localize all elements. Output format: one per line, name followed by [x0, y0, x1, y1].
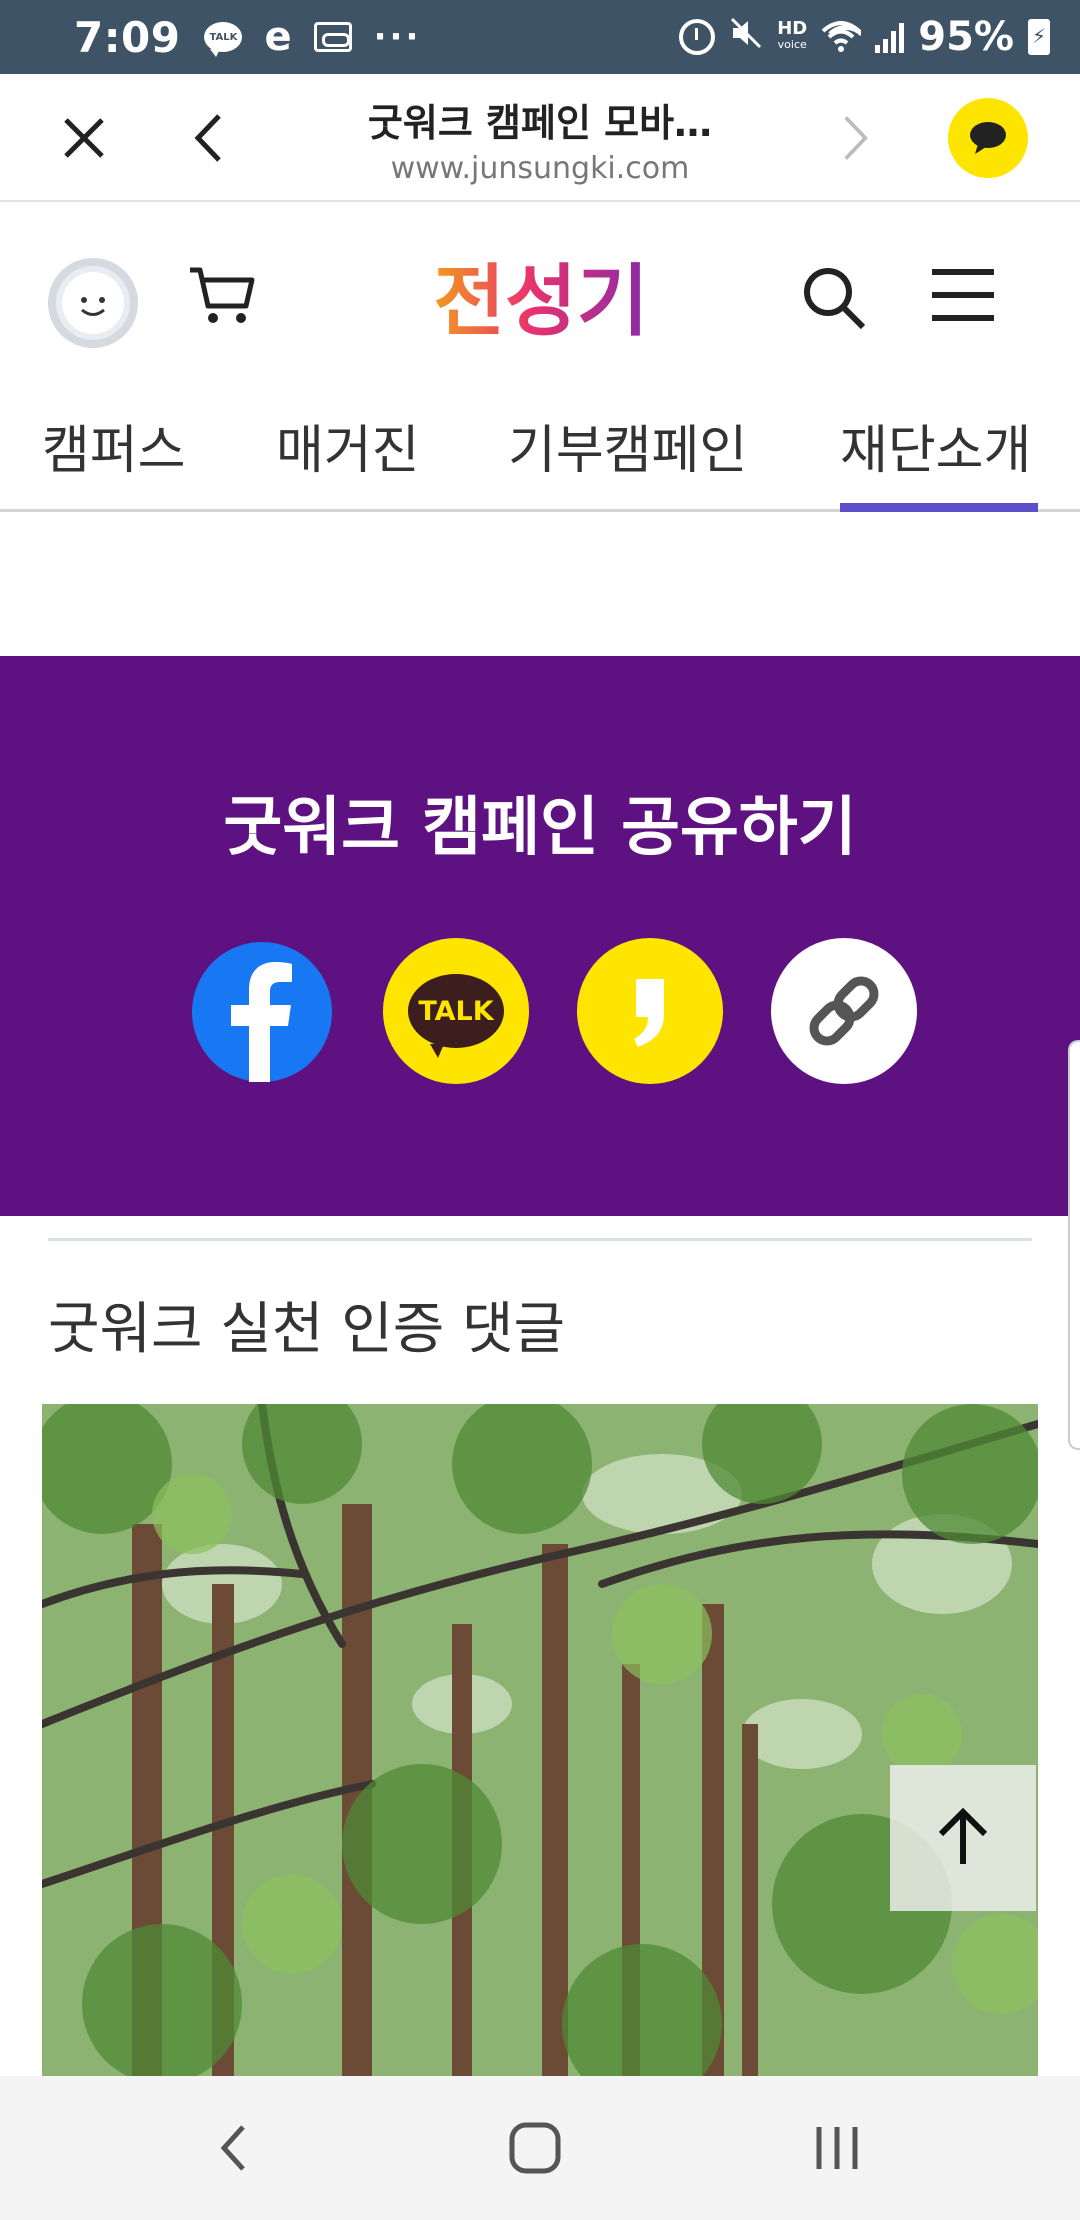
back-button[interactable]: [178, 108, 238, 168]
browser-toolbar: 굿워크 캠페인 모바… www.junsungki.com: [0, 72, 1080, 202]
speech-bubble-icon: [970, 122, 1006, 154]
cart-button[interactable]: [188, 264, 258, 332]
cart-icon: [190, 267, 255, 323]
talk-badge-text: TALK: [209, 31, 238, 43]
tab-label: 재단소개: [840, 421, 1032, 481]
notification-icons: TALK e ···: [204, 14, 421, 60]
forward-button[interactable]: [826, 108, 886, 168]
kakao-chat-button[interactable]: [948, 98, 1028, 178]
share-section: 굿워크 캠페인 공유하기 TALK: [0, 656, 1080, 1216]
system-icons: HD voice 95%: [679, 14, 1050, 60]
home-icon: [509, 2122, 561, 2174]
hamburger-menu-icon: [932, 269, 994, 321]
category-tabs: 캠퍼스 매거진 기부캠페인 재단소개: [0, 384, 1080, 512]
hd-voice-icon: HD voice: [777, 18, 808, 53]
facebook-icon: [231, 962, 292, 1082]
arrow-up-icon: [938, 1808, 988, 1864]
browser-notification-icon: e: [264, 14, 292, 60]
system-navigation-bar: [0, 2076, 1080, 2220]
page-title: 굿워크 캠페인 모바…: [367, 101, 713, 145]
search-button[interactable]: [800, 264, 868, 336]
tab-label: 매거진: [276, 421, 420, 481]
status-time: 7:09: [74, 12, 181, 62]
chevron-right-icon: [844, 116, 868, 160]
close-button[interactable]: [54, 108, 114, 168]
kakaotalk-icon: TALK: [408, 974, 504, 1058]
junsungki-logo-icon: 전성기: [433, 257, 648, 347]
logo-text: 전성기: [434, 257, 648, 347]
tab-label: 캠퍼스: [42, 421, 186, 481]
forest-photo-image: [42, 1404, 1038, 2084]
share-kakaotalk-button[interactable]: TALK: [383, 938, 529, 1084]
smiley-face-icon: [62, 272, 124, 334]
more-notifications-icon: ···: [373, 17, 422, 57]
site-logo[interactable]: 전성기: [433, 248, 648, 348]
share-kakaostory-button[interactable]: [577, 938, 723, 1084]
share-title: 굿워크 캠페인 공유하기: [223, 791, 857, 865]
scrollbar-handle[interactable]: [1068, 1040, 1080, 1450]
search-icon: [804, 268, 866, 330]
copy-link-button[interactable]: [771, 938, 917, 1084]
nav-back-button[interactable]: [198, 2116, 268, 2180]
mute-icon: [729, 16, 763, 58]
chevron-left-icon: [194, 114, 221, 162]
tab-campus[interactable]: 캠퍼스: [42, 408, 186, 512]
profile-avatar-button[interactable]: [48, 258, 138, 348]
alarm-icon: [679, 19, 716, 55]
comments-heading: 굿워크 실천 인증 댓글: [48, 1297, 566, 1362]
page-url: www.junsungki.com: [390, 151, 690, 186]
tab-label: 기부캠페인: [508, 421, 748, 481]
recent-apps-icon: [816, 2127, 858, 2169]
tab-donation-campaign[interactable]: 기부캠페인: [508, 408, 747, 512]
hd-text: HD: [777, 18, 808, 39]
talk-label: TALK: [418, 995, 494, 1027]
kakaotalk-notification-icon: TALK: [204, 22, 243, 57]
page-title-area: 굿워크 캠페인 모바… www.junsungki.com: [300, 92, 780, 186]
battery-charging-icon: [1028, 19, 1050, 55]
nav-recents-button[interactable]: [802, 2116, 872, 2180]
close-icon: [64, 118, 104, 158]
active-tab-indicator: [840, 503, 1038, 512]
kakaostory-icon: [634, 979, 664, 1047]
tab-magazine[interactable]: 매거진: [276, 408, 420, 512]
status-bar: 7:09 TALK e ··· HD voice 95%: [0, 0, 1080, 74]
wifi-icon: [821, 21, 862, 53]
voicemail-icon: [313, 22, 352, 52]
tab-foundation-intro[interactable]: 재단소개: [840, 408, 1031, 512]
menu-button[interactable]: [930, 268, 996, 326]
signal-icon: [875, 21, 905, 53]
battery-percent: 95%: [918, 14, 1014, 60]
screen: 7:09 TALK e ··· HD voice 95% ⚡ 굿워크 캠페인 모…: [0, 0, 1080, 2220]
back-arrow-icon: [220, 2125, 245, 2171]
hd-sub-text: voice: [777, 38, 807, 51]
scroll-to-top-button[interactable]: [890, 1765, 1036, 1911]
nav-home-button[interactable]: [500, 2116, 570, 2180]
link-icon: [809, 976, 879, 1046]
share-facebook-button[interactable]: [192, 942, 332, 1082]
section-divider: [48, 1238, 1032, 1241]
site-header: 전성기: [0, 204, 1080, 384]
comment-photo[interactable]: [42, 1404, 1038, 2084]
